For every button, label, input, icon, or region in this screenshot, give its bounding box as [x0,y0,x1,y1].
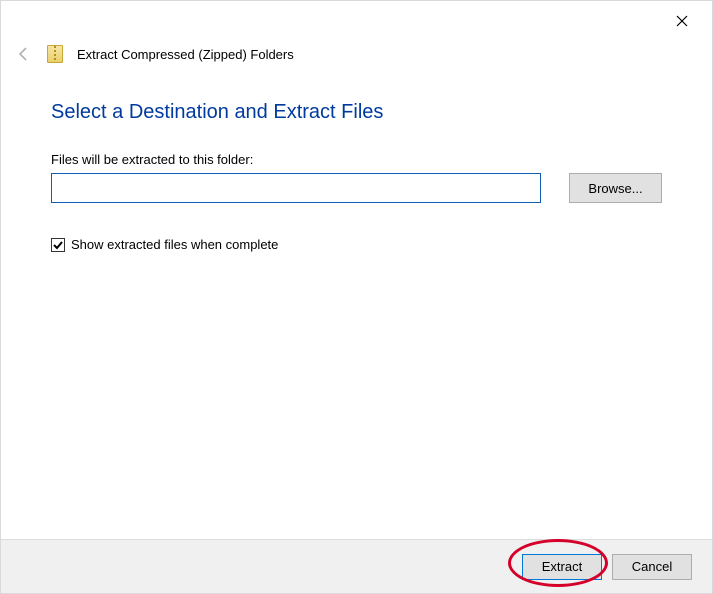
back-button[interactable] [15,45,33,63]
wizard-header: Extract Compressed (Zipped) Folders [15,45,294,63]
page-heading: Select a Destination and Extract Files [51,101,662,124]
wizard-content: Select a Destination and Extract Files F… [51,101,662,252]
browse-button[interactable]: Browse... [569,173,662,203]
destination-path-input[interactable] [51,173,541,203]
wizard-title: Extract Compressed (Zipped) Folders [77,47,294,62]
close-button[interactable] [672,11,692,31]
back-arrow-icon [16,46,32,62]
show-extracted-row: Show extracted files when complete [51,237,662,252]
show-extracted-checkbox[interactable] [51,238,65,252]
path-label: Files will be extracted to this folder: [51,152,662,167]
show-extracted-label: Show extracted files when complete [71,237,278,252]
path-row: Browse... [51,173,662,203]
checkmark-icon [53,240,63,250]
zip-folder-icon [47,45,63,63]
extract-wizard-window: Extract Compressed (Zipped) Folders Sele… [0,0,713,594]
wizard-footer: Extract Cancel [1,539,712,593]
extract-button[interactable]: Extract [522,554,602,580]
close-icon [676,15,688,27]
cancel-button[interactable]: Cancel [612,554,692,580]
